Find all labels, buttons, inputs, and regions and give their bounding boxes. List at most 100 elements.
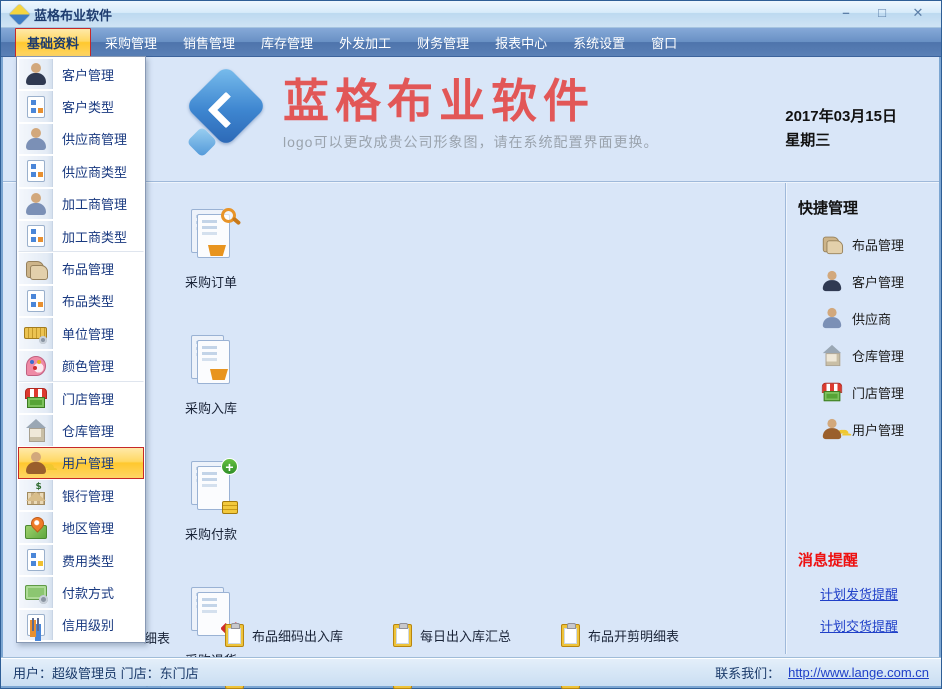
- website-link[interactable]: http://www.lange.com.cn: [788, 665, 929, 680]
- menu-item[interactable]: 外发加工: [327, 28, 403, 57]
- dropdown-menu-item[interactable]: 加工商类型: [18, 220, 144, 252]
- window-title: 蓝格布业软件: [34, 5, 112, 24]
- dropdown-item-label: 仓库管理: [53, 421, 114, 440]
- dropdown-item-icon: [24, 613, 48, 637]
- report-link[interactable]: 每日出入库汇总: [393, 624, 511, 647]
- shortcut-icon: [182, 458, 240, 516]
- dropdown-menu-item[interactable]: 颜色管理: [18, 350, 144, 382]
- quick-item[interactable]: 客户管理: [820, 269, 939, 293]
- menu-item[interactable]: 采购管理: [93, 28, 169, 57]
- minimize-button[interactable]: –: [835, 5, 857, 23]
- dropdown-menu-item[interactable]: 加工商管理: [18, 188, 144, 220]
- quick-item-label: 用户管理: [852, 420, 904, 439]
- dropdown-item-label: 单位管理: [53, 324, 114, 343]
- dropdown-item-label: 加工商类型: [53, 227, 127, 246]
- report-link[interactable]: 布品细码出入库: [225, 624, 343, 647]
- dropdown-item-icon: [24, 95, 48, 119]
- dropdown-menu-item[interactable]: 门店管理: [18, 382, 144, 414]
- menu-item[interactable]: 系统设置: [561, 28, 637, 57]
- report-link[interactable]: 布品开剪明细表: [561, 624, 679, 647]
- status-user-store: 用户：超级管理员 门店：东门店: [13, 663, 199, 682]
- shortcut-cell[interactable]: 采购订单: [141, 192, 281, 318]
- dropdown-item-label: 布品管理: [53, 259, 114, 278]
- menu-item[interactable]: 报表中心: [483, 28, 559, 57]
- dropdown-item-icon-cell: [19, 156, 53, 186]
- dropdown-menu-item[interactable]: 单位管理: [18, 317, 144, 349]
- dropdown-menu-item[interactable]: 费用类型: [18, 544, 144, 576]
- dropdown-item-icon-cell: [19, 124, 53, 154]
- right-sidebar: 快捷管理 布品管理 客户管理 供应商: [785, 183, 939, 654]
- dropdown-item-icon-cell: [19, 253, 53, 283]
- shortcut-grid: 采购订单 采购入库: [141, 192, 703, 689]
- dropdown-menu-item[interactable]: 布品类型: [18, 285, 144, 317]
- logo-subtitle: logo可以更改成贵公司形象图，请在系统配置界面更换。: [283, 132, 658, 152]
- report-label: 每日出入库汇总: [420, 626, 511, 645]
- clipboard-icon: [561, 624, 580, 647]
- dropdown-item-icon: [24, 224, 48, 248]
- dropdown-item-icon-cell: [19, 286, 53, 316]
- dropdown-item-icon: [24, 483, 48, 507]
- quick-manage-title: 快捷管理: [798, 197, 939, 218]
- dropdown-item-label: 颜色管理: [53, 356, 114, 375]
- company-logo-icon: [183, 75, 269, 167]
- dropdown-item-icon: [24, 548, 48, 572]
- dropdown-item-icon-cell: [19, 545, 53, 575]
- dropdown-item-label: 客户管理: [53, 65, 114, 84]
- quick-item[interactable]: 门店管理: [820, 380, 939, 404]
- quick-item-label: 客户管理: [852, 272, 904, 291]
- menu-item[interactable]: 销售管理: [171, 28, 247, 57]
- menu-item[interactable]: 财务管理: [405, 28, 481, 57]
- dropdown-item-label: 供应商类型: [53, 162, 127, 181]
- report-label: 细表: [144, 628, 170, 647]
- quick-item-label: 布品管理: [852, 235, 904, 254]
- dropdown-menu-item[interactable]: 布品管理: [18, 252, 144, 284]
- quick-item[interactable]: 布品管理: [820, 232, 939, 256]
- dropdown-menu-item[interactable]: 客户类型: [18, 90, 144, 122]
- menu-item[interactable]: 窗口: [639, 28, 689, 57]
- dropdown-item-icon-cell: [19, 448, 53, 478]
- shortcut-label: 采购订单: [185, 272, 237, 291]
- message-remind-title: 消息提醒: [798, 549, 939, 570]
- base-data-dropdown-menu: 客户管理 客户类型 供应商管理 供应商类型: [16, 56, 146, 643]
- quick-item[interactable]: 供应商: [820, 306, 939, 330]
- contact-label: 联系我们：: [715, 663, 780, 682]
- dropdown-menu-item[interactable]: 银行管理: [18, 479, 144, 511]
- quick-item-icon: [821, 233, 843, 255]
- dropdown-item-label: 付款方式: [53, 583, 114, 602]
- dropdown-menu-item[interactable]: 信用级别: [18, 609, 144, 641]
- dropdown-menu-item[interactable]: 客户管理: [18, 58, 144, 90]
- maximize-button[interactable]: □: [871, 5, 893, 23]
- dropdown-item-icon-cell: [19, 383, 53, 413]
- shortcut-icon: [182, 332, 240, 390]
- dropdown-item-icon-cell: [19, 91, 53, 121]
- report-link-partial-1[interactable]: 细表: [144, 628, 170, 647]
- dropdown-menu-item[interactable]: 供应商管理: [18, 123, 144, 155]
- dropdown-item-icon-cell: [19, 480, 53, 510]
- dropdown-item-icon-cell: [19, 415, 53, 445]
- plan-deliver-remind-link[interactable]: 计划交货提醒: [820, 616, 939, 635]
- shortcut-cell[interactable]: 采购付款: [141, 444, 281, 570]
- quick-item[interactable]: 仓库管理: [820, 343, 939, 367]
- plan-ship-remind-link[interactable]: 计划发货提醒: [820, 584, 939, 603]
- dropdown-menu-item[interactable]: 仓库管理: [18, 414, 144, 446]
- dropdown-item-icon: [24, 386, 48, 410]
- close-button[interactable]: ✕: [907, 5, 929, 23]
- dropdown-item-icon-cell: [19, 512, 53, 542]
- dropdown-menu-item[interactable]: 供应商类型: [18, 155, 144, 187]
- quick-item-icon: [821, 307, 843, 329]
- dropdown-item-icon-cell: [19, 221, 53, 251]
- dropdown-item-icon: [24, 516, 48, 540]
- shortcut-cell[interactable]: 采购入库: [141, 318, 281, 444]
- dropdown-menu-item[interactable]: 地区管理: [18, 511, 144, 543]
- app-window: 蓝格布业软件 – □ ✕ 基础资料 采购管理 销售管理 库存管理 外发加工 财务…: [0, 0, 942, 689]
- quick-item[interactable]: 用户管理: [820, 417, 939, 441]
- dropdown-item-label: 门店管理: [53, 389, 114, 408]
- menu-item[interactable]: 库存管理: [249, 28, 325, 57]
- menu-item[interactable]: 基础资料: [15, 28, 91, 57]
- dropdown-menu-item[interactable]: 付款方式: [18, 576, 144, 608]
- dropdown-item-icon: [24, 62, 48, 86]
- dropdown-menu-item[interactable]: 用户管理: [18, 447, 144, 479]
- logo-title: 蓝格布业软件: [283, 75, 658, 128]
- current-date: 2017年03月15日: [785, 105, 897, 129]
- dropdown-item-label: 信用级别: [53, 615, 114, 634]
